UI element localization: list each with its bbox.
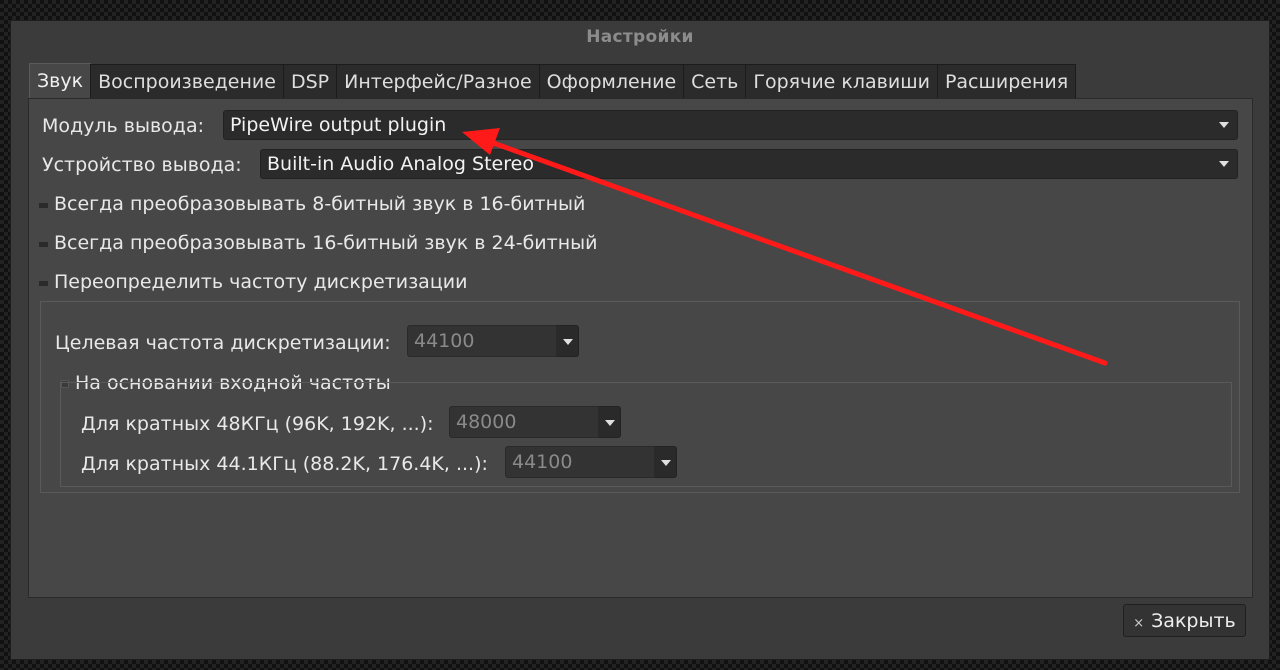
- checkbox-indicator-icon: [39, 280, 48, 286]
- tab-appearance[interactable]: Оформление: [538, 64, 685, 98]
- override-rate-checkbox[interactable]: Переопределить частоту дискретизации: [39, 271, 467, 293]
- tab-hotkeys[interactable]: Горячие клавиши: [745, 64, 938, 98]
- override-rate-frame: Целевая частота дискретизации: 44100 На …: [40, 301, 1240, 493]
- tab-bar: Звук Воспроизведение DSP Интерфейс/Разно…: [29, 63, 1077, 98]
- output-module-label: Модуль вывода:: [42, 115, 204, 137]
- chevron-down-icon[interactable]: [557, 325, 579, 357]
- convert-16bit-label: Всегда преобразовывать 16-битный звук в …: [54, 232, 598, 254]
- checkbox-indicator-icon: [39, 241, 48, 247]
- checkbox-indicator-icon: [39, 202, 48, 208]
- settings-window: Настройки Звук Воспроизведение DSP Интер…: [10, 20, 1270, 660]
- mult-441-value: 44100: [505, 446, 655, 478]
- based-on-input-frame: Для кратных 48КГц (96K, 192K, ...): 4800…: [60, 382, 1232, 487]
- target-rate-label: Целевая частота дискретизации:: [55, 332, 391, 354]
- output-device-select[interactable]: Built-in Audio Analog Stereo: [260, 149, 1238, 179]
- mult-48-label: Для кратных 48КГц (96K, 192K, ...):: [81, 413, 434, 435]
- mult-441-label: Для кратных 44.1КГц (88.2K, 176.4K, ...)…: [81, 453, 488, 475]
- close-icon: ×: [1133, 615, 1145, 631]
- close-button-label: Закрыть: [1151, 609, 1236, 632]
- close-button[interactable]: × Закрыть: [1123, 604, 1246, 637]
- tab-interface-misc[interactable]: Интерфейс/Разное: [336, 64, 540, 98]
- sound-panel: Модуль вывода: PipeWire output plugin Ус…: [28, 98, 1253, 598]
- output-device-label: Устройство вывода:: [42, 154, 242, 176]
- override-rate-label: Переопределить частоту дискретизации: [54, 271, 468, 293]
- tab-playback[interactable]: Воспроизведение: [90, 64, 284, 98]
- convert-8bit-checkbox[interactable]: Всегда преобразовывать 8-битный звук в 1…: [39, 193, 585, 215]
- tab-sound[interactable]: Звук: [29, 63, 92, 98]
- convert-8bit-label: Всегда преобразовывать 8-битный звук в 1…: [54, 193, 586, 215]
- tab-extensions[interactable]: Расширения: [936, 64, 1077, 98]
- output-module-select[interactable]: PipeWire output plugin: [223, 110, 1238, 140]
- mult-48-select[interactable]: 48000: [449, 406, 621, 438]
- target-rate-value: 44100: [407, 325, 557, 357]
- mult-441-select[interactable]: 44100: [505, 446, 677, 478]
- output-device-value: Built-in Audio Analog Stereo: [267, 153, 534, 175]
- window-title: Настройки: [586, 27, 694, 47]
- tab-network[interactable]: Сеть: [683, 64, 747, 98]
- chevron-down-icon: [1219, 122, 1229, 128]
- mult-48-value: 48000: [449, 406, 599, 438]
- target-rate-select[interactable]: 44100: [407, 325, 579, 357]
- output-module-value: PipeWire output plugin: [230, 114, 447, 136]
- chevron-down-icon: [1219, 161, 1229, 167]
- chevron-down-icon[interactable]: [655, 446, 677, 478]
- tab-dsp[interactable]: DSP: [282, 64, 338, 98]
- chevron-down-icon[interactable]: [599, 406, 621, 438]
- convert-16bit-checkbox[interactable]: Всегда преобразовывать 16-битный звук в …: [39, 232, 597, 254]
